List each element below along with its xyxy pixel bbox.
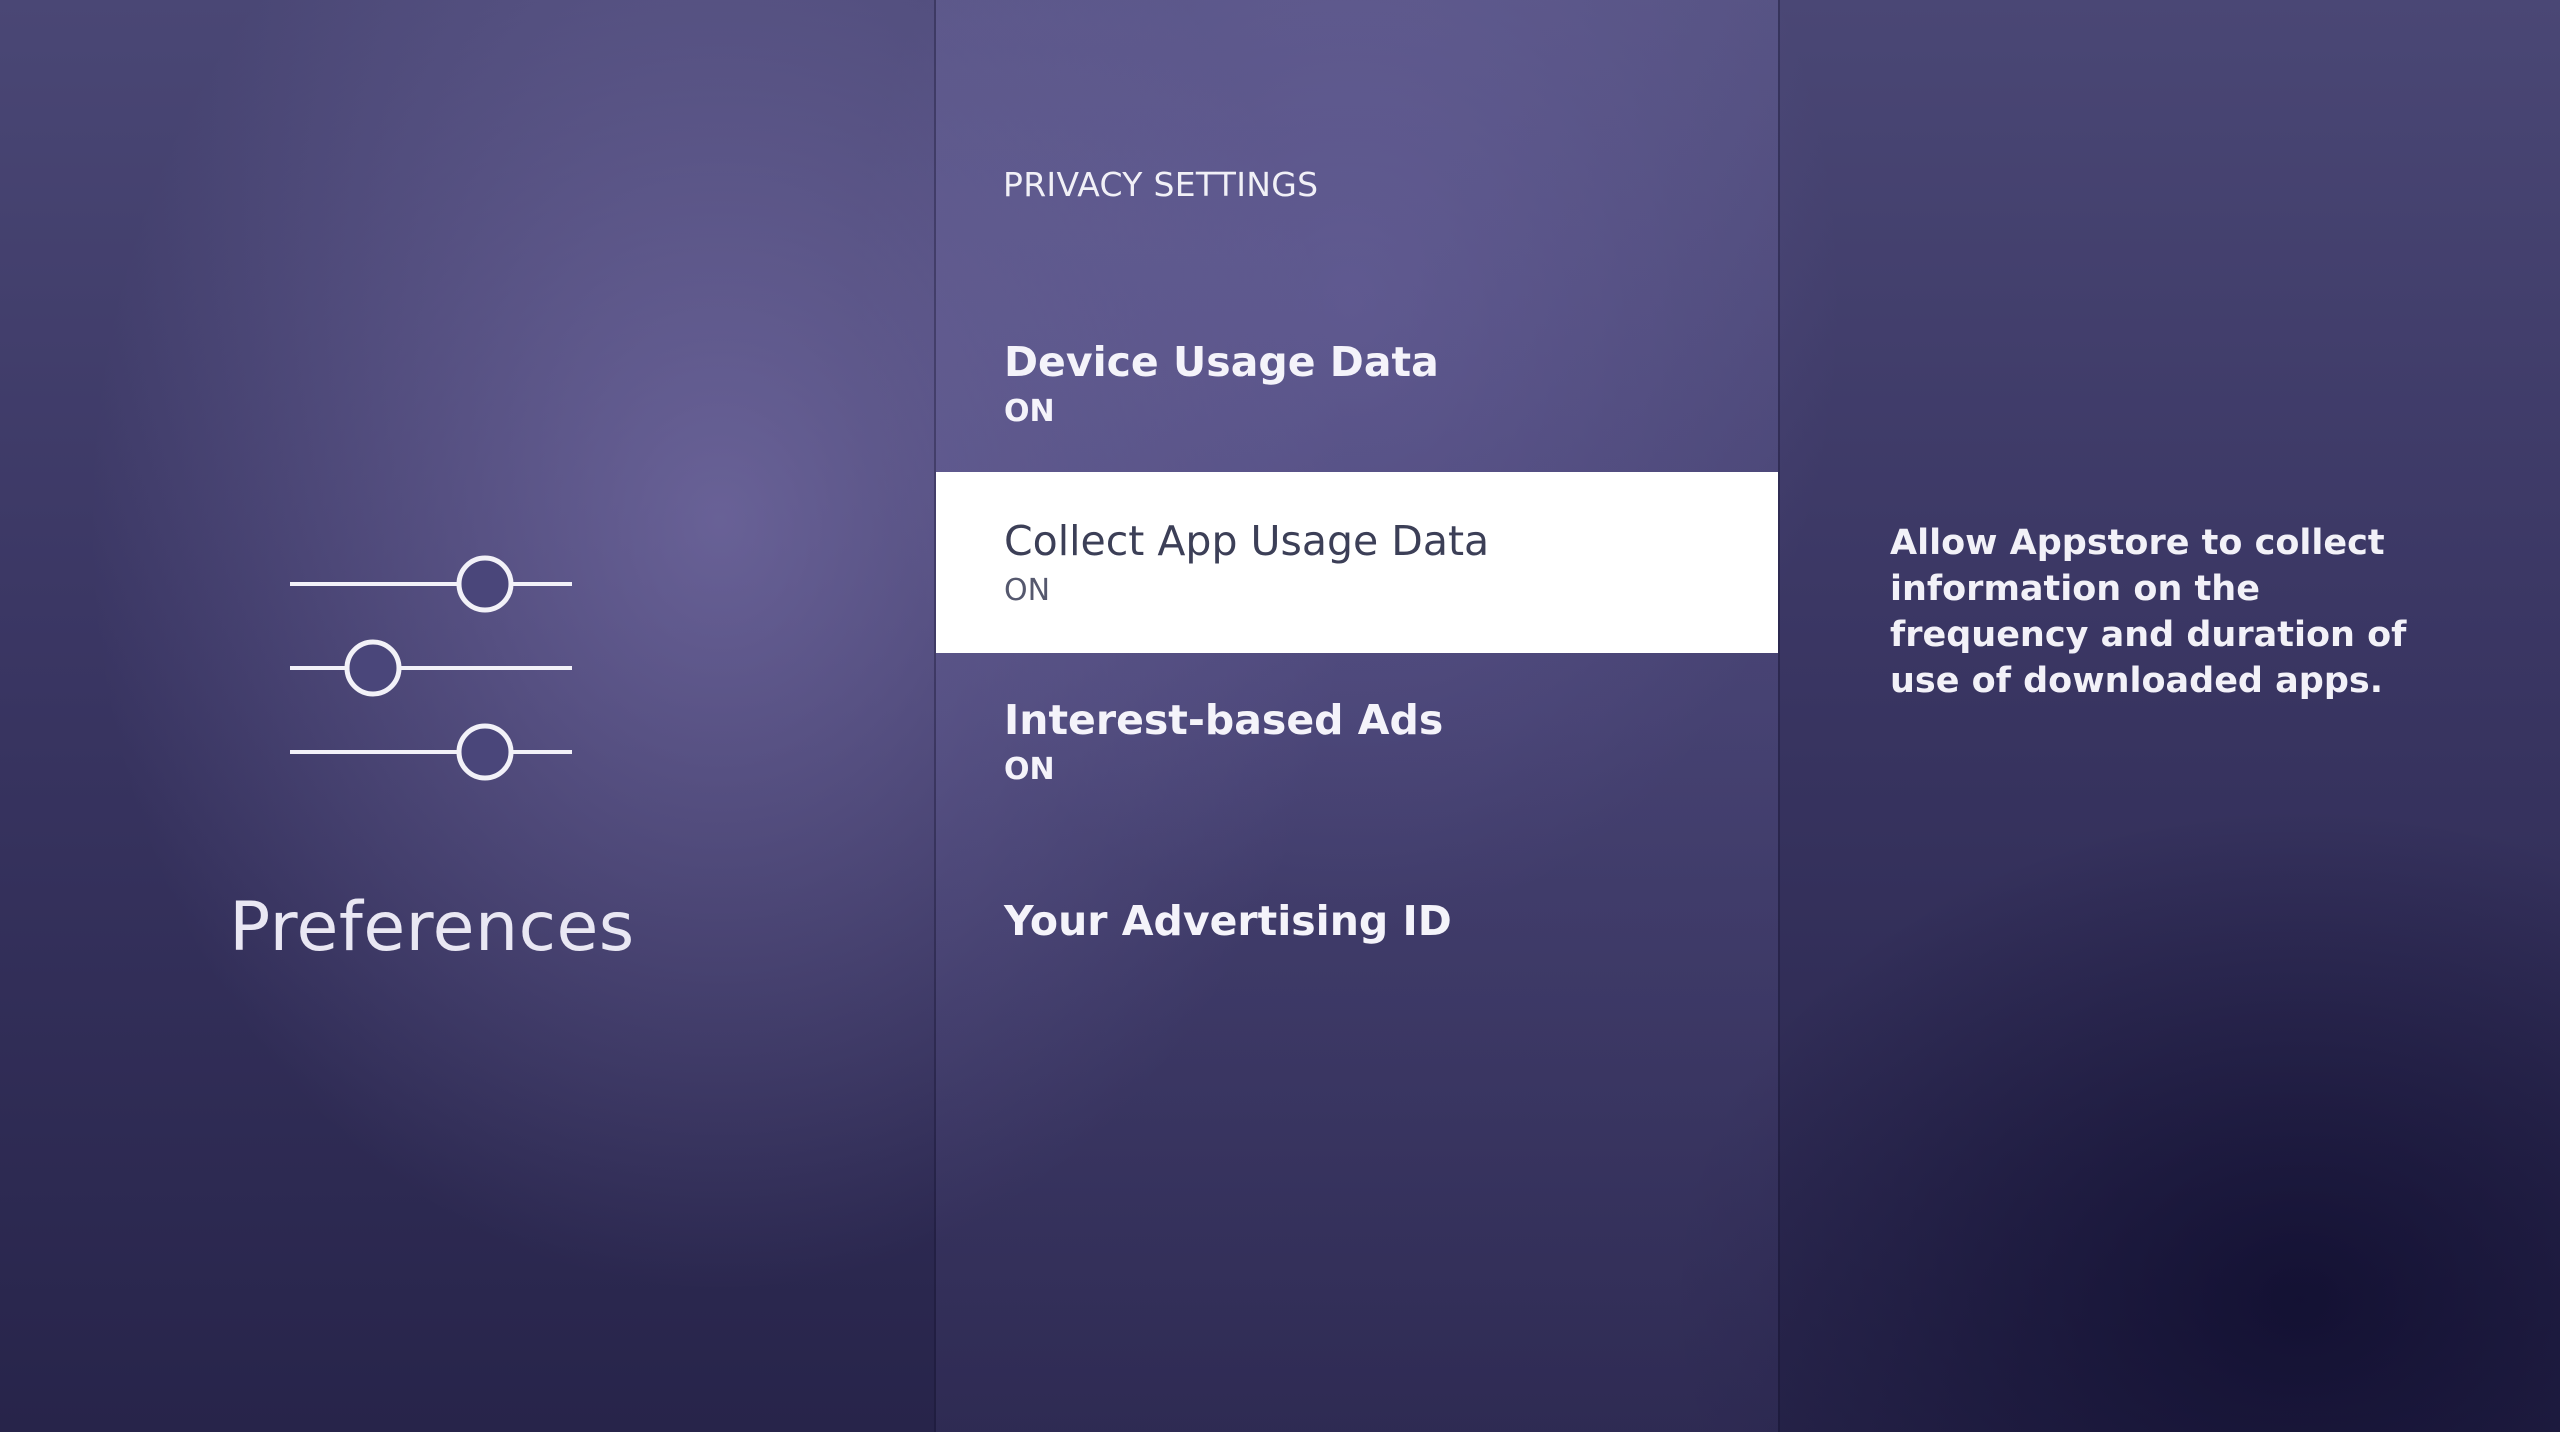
menu-item-label: Interest-based Ads (1004, 696, 1444, 744)
menu-item-label: Collect App Usage Data (1004, 517, 1490, 565)
preferences-title: Preferences (229, 888, 635, 967)
detail-pane: Allow Appstore to collect information on… (1778, 0, 2560, 1432)
menu-item-value: ON (1004, 752, 1055, 787)
item-description: Allow Appstore to collect information on… (1890, 523, 2407, 701)
menu-item-value: ON (1004, 394, 1055, 429)
menu-item-label: Device Usage Data (1004, 338, 1439, 386)
menu-item-label: Your Advertising ID (1004, 897, 1452, 945)
menu-item-device-usage-data[interactable]: Device Usage Data ON (936, 336, 1778, 466)
section-heading: PRIVACY SETTINGS (1003, 165, 1319, 204)
settings-screen: Preferences PRIVACY SETTINGS Device Usag… (0, 0, 2560, 1432)
privacy-settings-menu: PRIVACY SETTINGS Device Usage Data ON Co… (936, 0, 1778, 1432)
category-pane: Preferences (0, 0, 936, 1432)
menu-item-interest-based-ads[interactable]: Interest-based Ads ON (936, 694, 1778, 824)
menu-item-collect-app-usage-data[interactable]: Collect App Usage Data ON (936, 472, 1778, 653)
sliders-icon (290, 555, 572, 781)
menu-item-value: ON (1004, 573, 1051, 608)
menu-item-your-advertising-id[interactable]: Your Advertising ID (936, 895, 1778, 975)
